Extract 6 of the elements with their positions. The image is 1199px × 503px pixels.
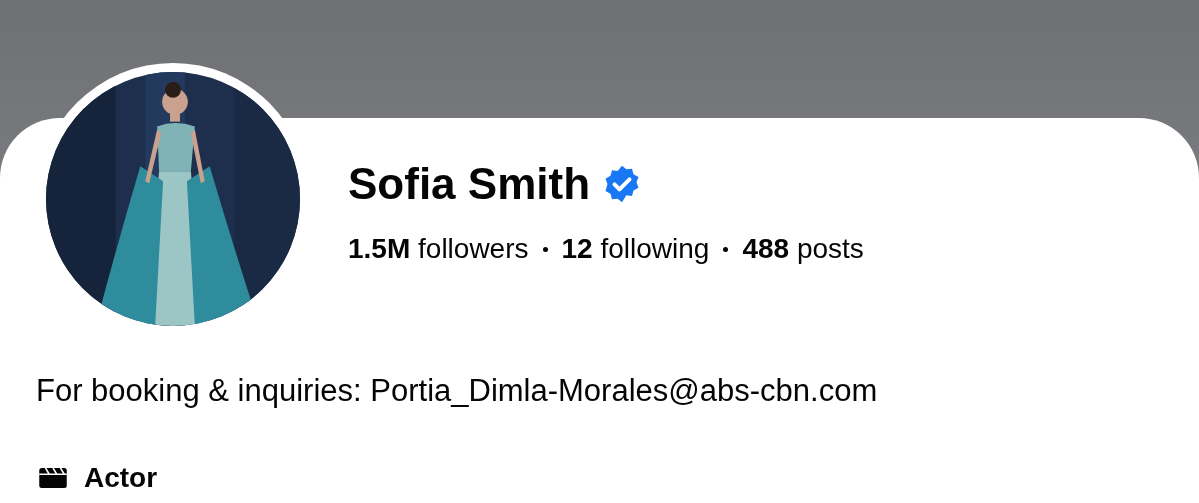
profile-stat[interactable]: 12 following xyxy=(561,228,710,270)
profile-stat[interactable]: 1.5M followers xyxy=(348,228,529,270)
category-label: Actor xyxy=(84,460,158,495)
profile-stat[interactable]: 488 posts xyxy=(742,228,864,270)
profile-name: Sofia Smith xyxy=(348,162,591,206)
bio-text: For booking & inquiries: Portia_Dimla-Morales@abs-cbn.com xyxy=(36,373,878,408)
